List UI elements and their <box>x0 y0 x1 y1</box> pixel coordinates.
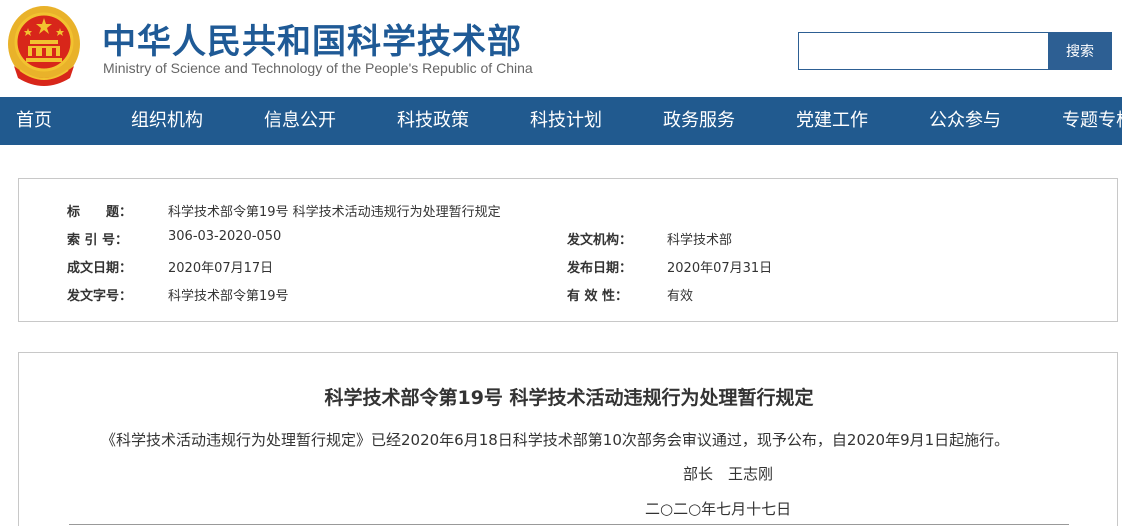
nav-item-services[interactable]: 政务服务 <box>663 97 735 145</box>
article-title: 科学技术部令第19号 科学技术活动违规行为处理暂行规定 <box>324 387 814 409</box>
title-label: 标 题： <box>67 205 133 220</box>
article-divider <box>69 524 1069 525</box>
nav-item-policy[interactable]: 科技政策 <box>397 97 469 145</box>
nav-item-home[interactable]: 首页 <box>16 97 52 145</box>
search-input[interactable] <box>798 32 1050 70</box>
article-signer: 部长 王志刚 <box>683 465 774 483</box>
nav-item-special[interactable]: 专题专栏 <box>1062 97 1122 145</box>
main-nav: 首页 组织机构 信息公开 科技政策 科技计划 政务服务 党建工作 公众参与 专题… <box>0 97 1122 145</box>
article-paragraph: 《科学技术活动违规行为处理暂行规定》已经2020年6月18日科学技术部第10次部… <box>101 431 1010 449</box>
published-date-label: 发布日期： <box>567 261 633 276</box>
article-content: 科学技术部令第19号 科学技术活动违规行为处理暂行规定 《科学技术活动违规行为处… <box>18 352 1118 526</box>
document-number-value: 科学技术部令第19号 <box>168 289 289 304</box>
validity-label: 有 效 性： <box>567 289 629 304</box>
validity-value: 有效 <box>667 289 694 304</box>
published-date-value: 2020年07月31日 <box>667 261 773 276</box>
search-button[interactable]: 搜索 <box>1048 32 1112 70</box>
article-date: 二○二○年七月十七日 <box>645 500 792 518</box>
site-subtitle: Ministry of Science and Technology of th… <box>103 60 533 76</box>
title-value: 科学技术部令第19号 科学技术活动违规行为处理暂行规定 <box>168 205 501 220</box>
nav-item-information[interactable]: 信息公开 <box>264 97 336 145</box>
issuer-value: 科学技术部 <box>667 233 733 248</box>
nav-item-programs[interactable]: 科技计划 <box>530 97 602 145</box>
index-label: 索 引 号： <box>67 233 129 248</box>
issuer-label: 发文机构： <box>567 233 633 248</box>
written-date-label: 成文日期： <box>67 261 133 276</box>
nav-item-public[interactable]: 公众参与 <box>929 97 1001 145</box>
site-header: 中华人民共和国科学技术部 Ministry of Science and Tec… <box>0 0 1122 97</box>
written-date-value: 2020年07月17日 <box>168 261 274 276</box>
nav-item-party[interactable]: 党建工作 <box>796 97 868 145</box>
site-title[interactable]: 中华人民共和国科学技术部 <box>102 14 522 63</box>
document-info-box: 标 题： 科学技术部令第19号 科学技术活动违规行为处理暂行规定 索 引 号： … <box>18 178 1118 322</box>
national-emblem-icon[interactable] <box>6 4 82 88</box>
index-value: 306-03-2020-050 <box>168 229 282 244</box>
nav-item-organization[interactable]: 组织机构 <box>131 97 203 145</box>
document-number-label: 发文字号： <box>67 289 133 304</box>
